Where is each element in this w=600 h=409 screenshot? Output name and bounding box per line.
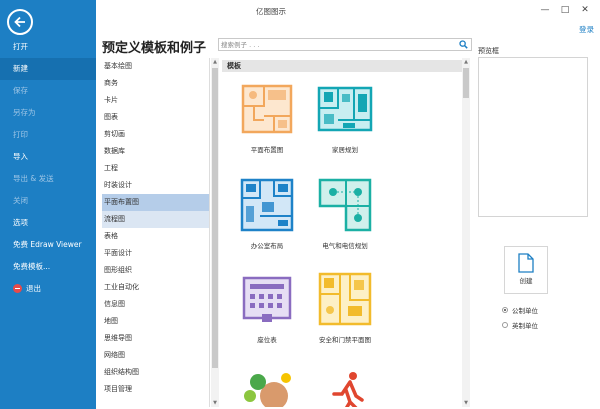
template-label: 家居规划 [332, 146, 358, 154]
category-scrollbar[interactable]: ▲ ▼ [211, 58, 219, 407]
app-title: 亿图图示 [256, 7, 286, 16]
metric-radio[interactable] [502, 307, 508, 313]
category-item[interactable]: 剪切画 [102, 126, 209, 143]
exit-icon [13, 283, 22, 293]
maximize-button[interactable]: □ [558, 3, 572, 17]
back-icon[interactable] [7, 9, 33, 35]
menu-open[interactable]: 打开 [0, 36, 96, 58]
search-icon[interactable] [459, 40, 468, 49]
search-input[interactable] [221, 39, 451, 50]
category-item[interactable]: 流程图 [102, 211, 209, 228]
category-item-selected[interactable]: 平面布置图 [102, 194, 209, 211]
template-label: 电气和电信规划 [322, 242, 368, 250]
category-item[interactable]: 表格 [102, 228, 209, 245]
template-electrical-plan[interactable]: 电气和电信规划 [300, 176, 390, 250]
menu-export-send[interactable]: 导出 & 发送 [0, 168, 96, 190]
templates-panel: 模板 平面布置图 家居规划 办公室布局 电气和电信规划 座位表 安全和门禁平面图 [222, 58, 470, 407]
template-label: 办公室布局 [250, 242, 284, 250]
template-floor-plan[interactable]: 平面布置图 [222, 80, 312, 154]
category-item[interactable]: 信息图 [102, 296, 209, 313]
menu-new[interactable]: 新建 [0, 58, 96, 80]
templates-header: 模板 [222, 60, 462, 72]
category-item[interactable]: 工程 [102, 160, 209, 177]
create-button[interactable]: 创建 [504, 246, 548, 294]
electrical-plan-thumbnail-icon [316, 176, 374, 234]
file-menu: 打开 新建 保存 另存为 打印 导入 导出 & 发送 关闭 选项 免费 Edra… [0, 36, 96, 300]
home-plan-thumbnail-icon [316, 80, 374, 138]
office-layout-thumbnail-icon [238, 176, 296, 234]
category-item[interactable]: 平面设计 [102, 245, 209, 262]
category-item[interactable]: 组织结构图 [102, 364, 209, 381]
menu-exit[interactable]: 退出 [0, 278, 96, 300]
category-item[interactable]: 商务 [102, 75, 209, 92]
category-item[interactable]: 网络图 [102, 347, 209, 364]
page-title: 预定义模板和例子 [102, 41, 207, 56]
scroll-down-icon[interactable]: ▼ [211, 399, 219, 407]
file-menu-sidebar: 打开 新建 保存 另存为 打印 导入 导出 & 发送 关闭 选项 免费 Edra… [0, 0, 96, 409]
create-label: 创建 [519, 277, 533, 285]
template-seating-chart[interactable]: 座位表 [222, 270, 312, 344]
category-item[interactable]: 地图 [102, 313, 209, 330]
seating-chart-thumbnail-icon [238, 270, 296, 328]
template-label: 平面布置图 [250, 146, 284, 154]
garden-thumbnail-icon [238, 366, 296, 407]
category-item[interactable]: 工业自动化 [102, 279, 209, 296]
search-box [218, 38, 472, 51]
template-label: 安全和门禁平面图 [319, 336, 371, 344]
category-item[interactable]: 基本绘图 [102, 58, 209, 75]
security-plan-thumbnail-icon [316, 270, 374, 328]
template-home-plan[interactable]: 家居规划 [300, 80, 390, 154]
preview-box [478, 57, 588, 217]
title-bar: 亿图图示 — □ ✕ [96, 0, 600, 22]
menu-import[interactable]: 导入 [0, 146, 96, 168]
category-item[interactable]: 卡片 [102, 92, 209, 109]
minimize-button[interactable]: — [538, 3, 552, 17]
category-item[interactable]: 图表 [102, 109, 209, 126]
templates-scroll-thumb[interactable] [463, 68, 469, 98]
template-security-plan[interactable]: 安全和门禁平面图 [300, 270, 390, 344]
category-list: 基本绘图 商务 卡片 图表 剪切画 数据库 工程 时装设计 平面布置图 流程图 … [102, 58, 210, 407]
category-item[interactable]: 思维导图 [102, 330, 209, 347]
imperial-radio[interactable] [502, 322, 508, 328]
scroll-up-icon[interactable]: ▲ [211, 58, 219, 66]
menu-save[interactable]: 保存 [0, 80, 96, 102]
template-garden-partial[interactable] [222, 366, 312, 407]
menu-free-templates[interactable]: 免费模板... [0, 256, 96, 278]
menu-close[interactable]: 关闭 [0, 190, 96, 212]
metric-units-option[interactable]: 公制单位 [502, 305, 538, 315]
imperial-label: 英制单位 [512, 322, 538, 330]
category-item[interactable]: 数据库 [102, 143, 209, 160]
metric-label: 公制单位 [512, 307, 538, 315]
menu-save-as[interactable]: 另存为 [0, 102, 96, 124]
menu-exit-label: 退出 [26, 284, 41, 293]
template-evacuation-partial[interactable] [300, 366, 390, 407]
emergency-exit-icon [316, 366, 374, 407]
menu-free-viewer[interactable]: 免费 Edraw Viewer [0, 234, 96, 256]
menu-options[interactable]: 选项 [0, 212, 96, 234]
scroll-up-icon[interactable]: ▲ [462, 58, 470, 66]
preview-title: 预览框 [478, 47, 499, 55]
category-item[interactable]: 时装设计 [102, 177, 209, 194]
category-item[interactable]: 图形组织 [102, 262, 209, 279]
template-office-layout[interactable]: 办公室布局 [222, 176, 312, 250]
scroll-down-icon[interactable]: ▼ [462, 399, 470, 407]
imperial-units-option[interactable]: 英制单位 [502, 320, 538, 330]
menu-print[interactable]: 打印 [0, 124, 96, 146]
category-item[interactable]: 项目管理 [102, 381, 209, 398]
floor-plan-thumbnail-icon [238, 80, 296, 138]
close-button[interactable]: ✕ [578, 3, 592, 17]
new-document-icon [518, 253, 534, 273]
login-link[interactable]: 登录 [579, 24, 594, 35]
category-scroll-thumb[interactable] [212, 68, 218, 368]
templates-scrollbar[interactable]: ▲ ▼ [462, 58, 470, 407]
template-label: 座位表 [257, 336, 277, 344]
